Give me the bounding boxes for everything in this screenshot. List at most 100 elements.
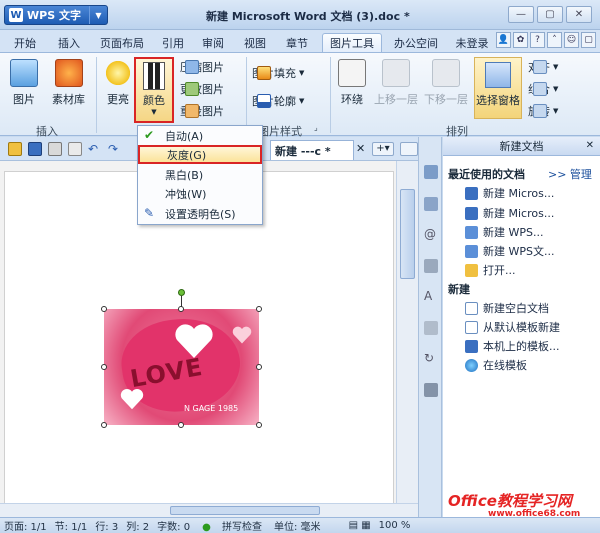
ribbon-separator [330,57,331,133]
color-button[interactable]: 颜色 ▼ [134,57,174,123]
refresh-icon[interactable]: ↻ [424,351,438,365]
restore-button[interactable]: ▢ [537,6,563,23]
bring-forward-button[interactable]: 上移一层 [374,59,418,107]
open-folder-icon[interactable] [8,142,22,156]
chevron-down-icon: ▼ [553,85,559,93]
eyedropper-icon: ✎ [144,206,155,220]
tab-list-icon[interactable] [400,142,418,156]
horizontal-scrollbar[interactable] [0,503,418,517]
style-icon[interactable]: A [424,289,438,303]
recent-doc-item[interactable]: 新建 WPS文... [465,243,554,259]
new-document-icon[interactable] [424,165,438,179]
minimize-button[interactable]: — [508,6,534,23]
help-icon[interactable]: ? [530,32,545,48]
tab-page-layout[interactable]: 页面布局 [96,33,148,52]
skin-icon[interactable]: ✿ [513,32,528,48]
tab-start[interactable]: 开始 [8,33,42,52]
recent-doc-item[interactable]: 新建 WPS... [465,224,543,240]
bookmark-icon[interactable] [424,383,438,397]
wrap-button[interactable]: 环绕 [338,59,366,107]
print-icon[interactable] [48,142,62,156]
rotate-handle[interactable] [178,289,185,296]
resize-handle[interactable] [256,422,262,428]
send-backward-icon [432,59,460,87]
vertical-scroll-thumb[interactable] [400,189,415,279]
online-templates-item[interactable]: 在线模板 [465,357,527,373]
picture-fill-button[interactable]: 图片填充 ▼ [252,65,304,81]
new-from-default-template-item[interactable]: 从默认模板新建 [465,319,560,335]
status-unit[interactable]: 单位: 毫米 [270,518,325,533]
reset-picture-button[interactable]: 重设图片 [180,103,224,119]
document-tab[interactable]: 新建 ---c * [270,140,354,160]
color-option-black-white[interactable]: 黑白(B) [138,165,262,184]
color-option-grayscale[interactable]: 灰度(G) [138,145,262,164]
change-picture-button[interactable]: 更改图片 [180,81,224,97]
doc-restore-icon[interactable]: ▢ [581,32,596,48]
dialog-launcher-icon[interactable]: ⌟ [314,123,318,132]
open-file-item[interactable]: 打开... [465,262,516,278]
resize-handle[interactable] [101,422,107,428]
color-option-washout[interactable]: 冲蚀(W) [138,184,262,203]
user-icon[interactable]: 👤 [496,32,511,48]
view-mode-icon[interactable]: ▤ ▦ [345,520,375,531]
brightness-button[interactable]: 更亮 [104,59,132,107]
local-templates-item[interactable]: 本机上的模板... [465,338,560,354]
tab-view[interactable]: 视图 [240,33,270,52]
tab-references[interactable]: 引用 [158,33,188,52]
color-option-set-transparent[interactable]: ✎ 设置透明色(S) [138,204,262,223]
close-icon[interactable]: ✕ [586,140,594,151]
task-pane-title: 新建文档 [499,140,544,153]
tab-section[interactable]: 章节 [282,33,312,52]
resize-handle[interactable] [178,306,184,312]
tab-review[interactable]: 审阅 [198,33,228,52]
status-word-count[interactable]: 字数: 0 [153,518,194,533]
selection-pane-button[interactable]: 选择窗格 [474,57,522,119]
tab-insert[interactable]: 插入 [52,33,86,52]
close-button[interactable]: ✕ [566,6,592,23]
group-button[interactable]: 组合 ▼ [528,81,558,97]
new-tab-button[interactable]: +▾ [372,142,394,156]
selection-pane-label: 选择窗格 [476,94,520,107]
resize-handle[interactable] [256,364,262,370]
tab-office-space[interactable]: 办公空间 [390,33,442,52]
tab-login-status[interactable]: 未登录 [452,33,492,52]
send-backward-button[interactable]: 下移一层 [424,59,468,107]
recent-doc-item[interactable]: 新建 Micros... [465,185,554,201]
sun-icon [104,59,132,87]
chevron-up-icon[interactable]: ˄ [547,32,562,48]
app-menu-button[interactable]: W WPS 文字 ▼ [4,5,108,25]
zoom-level[interactable]: 100 % [375,520,415,531]
insert-picture-button[interactable]: 图片 [10,59,38,107]
at-icon[interactable]: @ [424,227,438,241]
color-option-auto[interactable]: ✔ 自动(A) [138,126,262,145]
spell-check-toggle[interactable]: ● 拼写检查 [194,518,270,533]
rotate-button[interactable]: 旋转 ▼ [528,103,558,119]
grid-icon[interactable] [424,321,438,335]
task-pane-header: 新建文档 ✕ [443,137,600,156]
manage-link[interactable]: >> 管理 [548,166,592,182]
align-button[interactable]: 对齐 ▼ [528,59,558,75]
love-picture[interactable]: LOVE N GAGE 1985 [104,309,259,425]
close-doc-tab-icon[interactable]: ✕ [356,142,370,156]
resize-handle[interactable] [101,306,107,312]
recent-doc-item[interactable]: 新建 Micros... [465,205,554,221]
picture-outline-button[interactable]: 图片轮廓 ▼ [252,93,304,109]
app-dropdown-arrow-icon[interactable]: ▼ [89,6,107,24]
resize-handle[interactable] [256,306,262,312]
material-library-button[interactable]: 素材库 [52,59,85,107]
compress-picture-button[interactable]: 压缩图片 [180,59,224,75]
print-preview-icon[interactable] [68,142,82,156]
horizontal-scroll-thumb[interactable] [170,506,320,515]
redo-icon[interactable]: ↷ [108,142,122,156]
color-dropdown-menu: ✔ 自动(A) 灰度(G) 黑白(B) 冲蚀(W) ✎ 设置透明色(S) [137,125,263,225]
copy-icon[interactable] [424,259,438,273]
resize-handle[interactable] [101,364,107,370]
undo-icon[interactable]: ↶ [88,142,102,156]
new-blank-doc-item[interactable]: 新建空白文档 [465,300,549,316]
tab-picture-tools[interactable]: 图片工具 [322,33,382,52]
vertical-scrollbar[interactable] [396,161,418,503]
resize-handle[interactable] [178,422,184,428]
mascot-icon[interactable]: ☺ [564,32,579,48]
save-icon[interactable] [28,142,42,156]
comment-icon[interactable] [424,197,438,211]
